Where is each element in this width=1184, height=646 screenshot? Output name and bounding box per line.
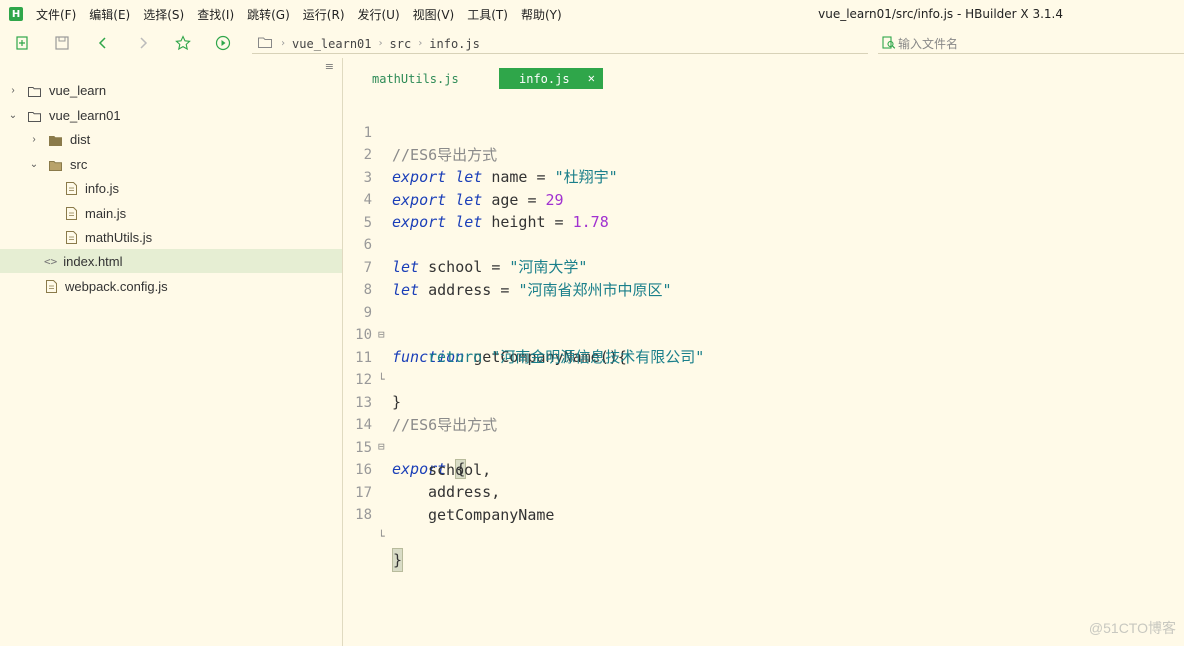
tree-item-label: webpack.config.js [65, 278, 168, 294]
breadcrumb: › vue_learn01 › src › info.js [252, 34, 868, 54]
star-icon[interactable] [174, 34, 192, 52]
tree-item-main-js[interactable]: main.js [0, 201, 342, 225]
fold-end-icon: └ [378, 530, 385, 543]
tree-item-label: main.js [85, 205, 127, 221]
tab-label: info.js [519, 71, 570, 86]
menu-help[interactable]: 帮助(Y) [521, 6, 562, 23]
breadcrumb-item[interactable]: info.js [429, 37, 480, 51]
tree-item-webpack-config-js[interactable]: webpack.config.js [0, 274, 342, 298]
code-line: 5 [344, 190, 1184, 231]
chevron-right-icon[interactable]: › [29, 134, 39, 145]
tab-label: mathUtils.js [372, 71, 459, 86]
folder-icon [28, 85, 41, 97]
menu-goto[interactable]: 跳转(G) [247, 6, 290, 23]
tree-item-label: src [70, 156, 88, 172]
tree-item-info-js[interactable]: info.js [0, 176, 342, 200]
tree-item-index-html[interactable]: <> index.html [0, 249, 342, 273]
close-icon[interactable]: ✕ [588, 71, 595, 85]
code-line: 4 export let height = 1.78 [344, 167, 1184, 231]
code-line: 6 let school = "河南大学" [344, 212, 1184, 276]
code-line: 12 [344, 347, 1184, 388]
code-line: 16 address, [344, 437, 1184, 501]
code-line: 17 getCompanyName [344, 460, 1184, 524]
open-folder-icon [49, 159, 62, 171]
file-icon [66, 181, 77, 195]
code-line: 7 let address = "河南省郑州市中原区" [344, 235, 1184, 299]
menu-find[interactable]: 查找(I) [197, 6, 234, 23]
tree-item-dist[interactable]: › dist [0, 127, 342, 151]
tree-item-label: dist [70, 131, 91, 147]
breadcrumb-item[interactable]: src [390, 37, 412, 51]
menu-bar: H 文件(F) 编辑(E) 选择(S) 查找(I) 跳转(G) 运行(R) 发行… [0, 0, 1184, 28]
code-line: 8 [344, 257, 1184, 298]
menu-view[interactable]: 视图(V) [413, 6, 455, 23]
file-search-icon [882, 36, 896, 53]
file-search-input[interactable] [898, 36, 1138, 51]
window-title: vue_learn01/src/info.js - HBuilder X 3.1… [818, 7, 1063, 21]
tree-item-label: vue_learn [49, 82, 107, 98]
tree-item-label: mathUtils.js [85, 229, 153, 245]
forward-icon[interactable] [134, 34, 152, 52]
code-line: 10 return "河南金明源信息技术有限公司" [344, 302, 1184, 366]
tree-item-mathutils-js[interactable]: mathUtils.js [0, 225, 342, 249]
tree-item-label: vue_learn01 [49, 107, 121, 123]
line-number: 18 [355, 507, 372, 523]
tab-mathutils-js[interactable]: mathUtils.js [372, 68, 459, 89]
matching-brace: } [392, 548, 404, 572]
folder-icon [28, 110, 41, 122]
new-file-icon[interactable] [14, 34, 32, 52]
watermark: @51CTO博客 [1088, 620, 1176, 636]
file-icon [66, 206, 77, 220]
code-line: 1 //ES6导出方式 [344, 100, 1184, 164]
code-line: 13 //ES6导出方式 [344, 370, 1184, 434]
code-line: 9 ⊟ function getCompanyName(){ [344, 280, 1184, 366]
file-icon [46, 279, 57, 293]
save-icon[interactable] [53, 34, 71, 52]
tree-item-label: index.html [63, 253, 123, 269]
toolbar: › vue_learn01 › src › info.js [0, 28, 1184, 58]
code-line: 15 school, [344, 415, 1184, 479]
menu-tools[interactable]: 工具(T) [467, 6, 508, 23]
chevron-right-icon: › [280, 38, 287, 49]
code-line: 14 ⊟ export { [344, 392, 1184, 479]
chevron-down-icon[interactable]: ⌄ [29, 159, 39, 170]
code-line: 2 export let name = "杜翔宇" [344, 122, 1184, 186]
menu-run[interactable]: 运行(R) [303, 6, 345, 23]
code-line: 3 export let age = 29 [344, 145, 1184, 209]
chevron-right-icon: › [377, 38, 384, 49]
breadcrumb-item[interactable]: vue_learn01 [292, 37, 371, 51]
chevron-down-icon[interactable]: ⌄ [8, 110, 18, 121]
menu-select[interactable]: 选择(S) [143, 6, 184, 23]
code-token: getCompanyName [428, 506, 555, 524]
hbuilder-logo-icon: H [9, 7, 23, 21]
hamburger-menu-icon[interactable]: ≡ [325, 60, 334, 73]
project-explorer: ≡ › vue_learn ⌄ vue_learn01 › dist ⌄ src… [0, 58, 343, 646]
run-icon[interactable] [214, 34, 232, 52]
file-search [878, 34, 1184, 54]
back-icon[interactable] [94, 34, 112, 52]
html-file-icon: <> [44, 254, 58, 268]
tree-item-vue-learn[interactable]: › vue_learn [0, 78, 342, 102]
chevron-right-icon: › [417, 38, 424, 49]
editor-tabs: mathUtils.js info.js ✕ [344, 68, 1184, 90]
code-line: 18 └ } [344, 482, 1184, 572]
tab-info-js[interactable]: info.js ✕ [499, 68, 603, 89]
folder-icon [258, 37, 272, 51]
tree-item-src[interactable]: ⌄ src [0, 152, 342, 176]
menu-publish[interactable]: 发行(U) [358, 6, 400, 23]
menu-file[interactable]: 文件(F) [36, 6, 76, 23]
menu-edit[interactable]: 编辑(E) [89, 6, 130, 23]
code-line: 11 └ } [344, 325, 1184, 411]
chevron-right-icon[interactable]: › [8, 85, 18, 96]
tree-item-label: info.js [85, 180, 119, 196]
folder-icon [49, 134, 62, 146]
tree-item-vue-learn01[interactable]: ⌄ vue_learn01 [0, 103, 342, 127]
file-icon [66, 230, 77, 244]
